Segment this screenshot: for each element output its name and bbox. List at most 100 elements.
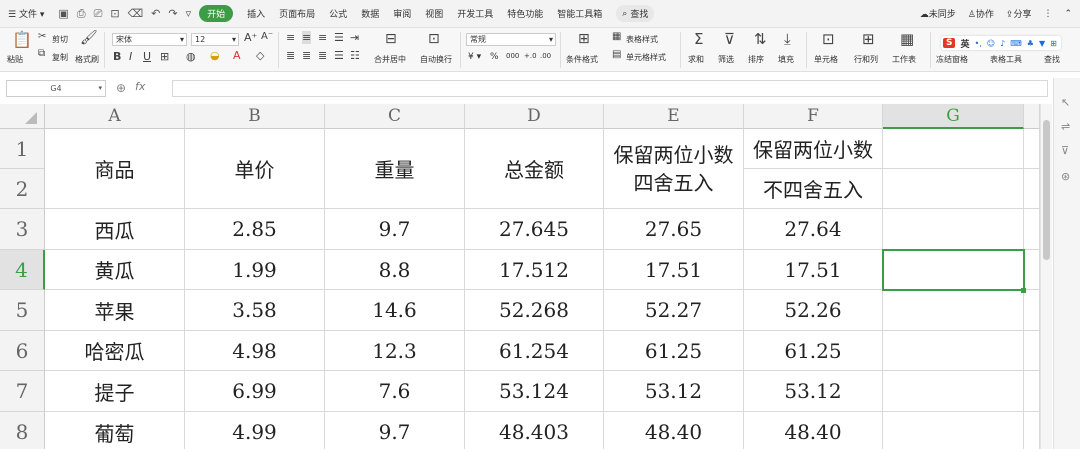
cell-c4[interactable]: 8.8 (325, 250, 465, 290)
scrollbar-thumb[interactable] (1043, 120, 1050, 260)
sort-button[interactable]: 排序 (748, 54, 764, 65)
cell-g2[interactable] (883, 169, 1024, 209)
cell-g7[interactable] (883, 371, 1024, 412)
cell-c5[interactable]: 14.6 (325, 290, 465, 331)
table-style-icon[interactable]: ▦ (612, 31, 621, 42)
merge-center-button[interactable]: 合并居中 (374, 54, 406, 65)
cell-h3[interactable] (1024, 209, 1040, 250)
cell-a3[interactable]: 西瓜 (45, 209, 185, 250)
number-format-select[interactable]: 常规 ▾ (466, 33, 556, 46)
print-icon[interactable]: ⎚ (94, 7, 103, 21)
thousands-button[interactable]: 000 (506, 52, 519, 60)
zoom-icon[interactable]: ⊕ (116, 81, 126, 95)
column-header-d[interactable]: D (465, 104, 604, 129)
fill-handle[interactable] (1021, 288, 1026, 293)
cell-h6[interactable] (1024, 331, 1040, 371)
tab-data[interactable]: 数据 (361, 7, 379, 20)
cell-g1[interactable] (883, 129, 1024, 169)
cell-e7[interactable]: 53.12 (604, 371, 744, 412)
shirt-icon[interactable]: ▼ (1039, 39, 1045, 48)
cell-h7[interactable] (1024, 371, 1040, 412)
cell-f3[interactable]: 27.64 (744, 209, 883, 250)
cell-d1[interactable]: 总金额 (465, 129, 604, 209)
preview-icon[interactable]: ⊡ (110, 7, 119, 20)
column-header-a[interactable]: A (45, 104, 185, 129)
tab-insert[interactable]: 插入 (247, 7, 265, 20)
align-left-icon[interactable]: ≣ (286, 49, 295, 62)
tab-smart-tools[interactable]: 智能工具箱 (557, 7, 602, 20)
collapse-ribbon-icon[interactable]: ⌃ (1064, 9, 1072, 19)
column-header-g[interactable]: G (883, 104, 1024, 129)
cell-a7[interactable]: 提子 (45, 371, 185, 412)
cell-a8[interactable]: 葡萄 (45, 412, 185, 449)
column-header-e[interactable]: E (604, 104, 744, 129)
cell-h1[interactable] (1024, 129, 1040, 169)
cell-e1[interactable]: 保留两位小数四舍五入 (604, 129, 744, 209)
settings-sliders-icon[interactable]: ⇌ (1061, 120, 1070, 133)
cell-c3[interactable]: 9.7 (325, 209, 465, 250)
cell-h2[interactable] (1024, 169, 1040, 209)
cell-d8[interactable]: 48.403 (465, 412, 604, 449)
scissors-icon[interactable]: ✂ (38, 31, 46, 42)
export-icon[interactable]: ⎙ (77, 7, 86, 21)
table-tools-button[interactable]: 表格工具 (990, 54, 1022, 65)
cell-d7[interactable]: 53.124 (465, 371, 604, 412)
fill-icon[interactable]: ⤓ (784, 30, 791, 48)
merge-icon[interactable]: ⊟ (385, 31, 397, 47)
cell-h8[interactable] (1024, 412, 1040, 449)
filter-side-icon[interactable]: ⊽ (1061, 144, 1069, 157)
grid-icon[interactable]: ⊞ (1050, 39, 1057, 48)
tab-special[interactable]: 特色功能 (507, 7, 543, 20)
help-icon[interactable]: ⊛ (1061, 170, 1070, 183)
cell-h5[interactable] (1024, 290, 1040, 331)
row-header-6[interactable]: 6 (0, 331, 45, 371)
cell-a4[interactable]: 黄瓜 (45, 250, 185, 290)
cell-d3[interactable]: 27.645 (465, 209, 604, 250)
row-header-7[interactable]: 7 (0, 371, 45, 412)
cell-b5[interactable]: 3.58 (185, 290, 325, 331)
skin-icon[interactable]: ♣ (1027, 39, 1034, 48)
justify-icon[interactable]: ☰ (334, 49, 344, 62)
worksheet-icon[interactable]: ▦ (900, 30, 914, 48)
increase-font-icon[interactable]: A⁺ (244, 31, 257, 44)
cell-f2[interactable]: 不四舍五入 (744, 169, 883, 209)
vertical-scrollbar[interactable] (1040, 104, 1052, 449)
cell-d6[interactable]: 61.254 (465, 331, 604, 371)
row-header-8[interactable]: 8 (0, 412, 45, 449)
increase-decimal-button[interactable]: +.0 (524, 52, 537, 60)
punct-icon[interactable]: •, (975, 39, 982, 48)
tab-page-layout[interactable]: 页面布局 (279, 7, 315, 20)
cell-e3[interactable]: 27.65 (604, 209, 744, 250)
cell-g5[interactable] (883, 290, 1024, 331)
column-header-f[interactable]: F (744, 104, 883, 129)
tab-home[interactable]: 开始 (199, 5, 234, 22)
cell-c7[interactable]: 7.6 (325, 371, 465, 412)
clear-icon[interactable]: ⌫ (128, 7, 144, 20)
cell-b3[interactable]: 2.85 (185, 209, 325, 250)
freeze-panes-button[interactable]: 冻结窗格 (936, 54, 968, 65)
tab-formula[interactable]: 公式 (329, 7, 347, 20)
select-all-corner[interactable] (0, 104, 45, 129)
ime-lang[interactable]: 英 (960, 37, 969, 50)
column-header-b[interactable]: B (185, 104, 325, 129)
cell-b7[interactable]: 6.99 (185, 371, 325, 412)
cell-c6[interactable]: 12.3 (325, 331, 465, 371)
search-button[interactable]: ⌕ 查找 (616, 5, 655, 22)
cell-d4[interactable]: 17.512 (465, 250, 604, 290)
decrease-decimal-button[interactable]: .00 (540, 52, 551, 60)
conditional-format-button[interactable]: 条件格式 (566, 54, 598, 65)
mic-icon[interactable]: ♪ (1000, 39, 1005, 48)
cell-g8[interactable] (883, 412, 1024, 449)
cell-b1[interactable]: 单价 (185, 129, 325, 209)
bold-icon[interactable]: B (113, 50, 121, 63)
tab-view[interactable]: 视图 (425, 7, 443, 20)
cell-a5[interactable]: 苹果 (45, 290, 185, 331)
row-header-4[interactable]: 4 (0, 250, 45, 290)
border-icon[interactable]: ⊞ (160, 50, 169, 63)
copy-button[interactable]: 复制 (52, 52, 68, 63)
keyboard-icon[interactable]: ⌨ (1010, 39, 1022, 48)
filter-icon[interactable]: ⊽ (724, 30, 735, 48)
cell-c8[interactable]: 9.7 (325, 412, 465, 449)
cell-e4[interactable]: 17.51 (604, 250, 744, 290)
collab-button[interactable]: ♙协作 (968, 7, 994, 20)
